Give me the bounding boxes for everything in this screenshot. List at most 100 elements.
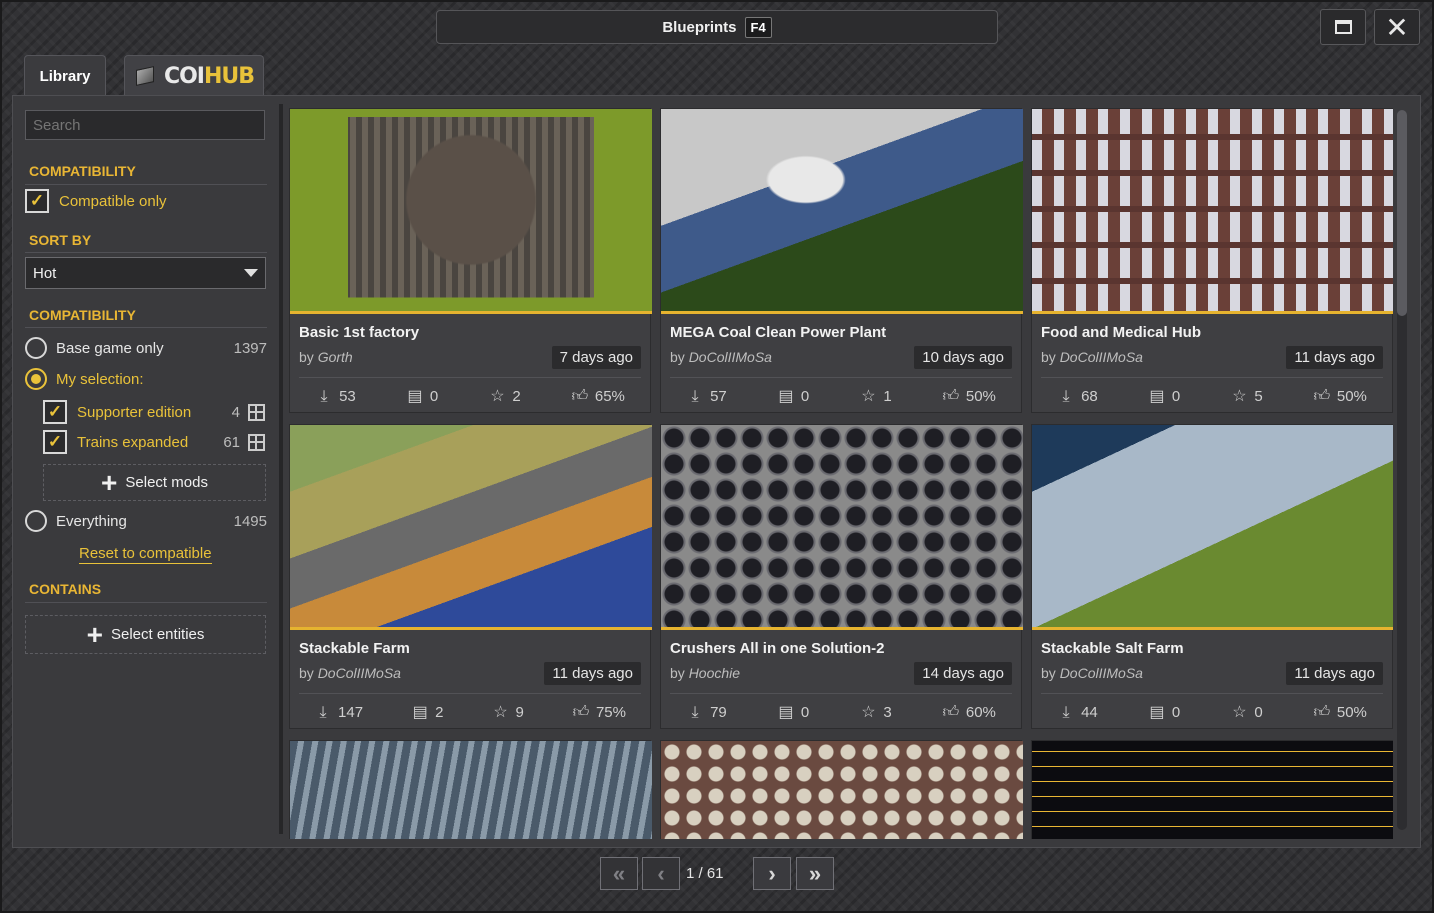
card-author: by Gorth	[299, 349, 353, 365]
scrollbar-thumb[interactable]	[1397, 110, 1407, 316]
card-author: by DoColIIMoSa	[1041, 349, 1143, 365]
download-icon: ⤓	[1062, 387, 1070, 405]
thumbs-up-icon: 👍︎	[572, 703, 590, 721]
first-page-button[interactable]: «	[600, 857, 638, 890]
blueprint-thumbnail[interactable]	[290, 741, 652, 839]
blueprint-thumbnail[interactable]	[1032, 109, 1393, 314]
reset-to-compatible-link[interactable]: Reset to compatible	[79, 545, 212, 564]
select-mods-label: Select mods	[125, 474, 208, 491]
mod-label: Trains expanded	[77, 433, 189, 451]
stars-stat: ☆ 2	[490, 387, 521, 405]
comments-stat: ▤ 2	[412, 703, 444, 721]
last-page-button[interactable]: »	[796, 857, 834, 890]
compatible-only-checkbox[interactable]: ✓ Compatible only	[25, 189, 167, 213]
search-input[interactable]	[25, 110, 265, 140]
card-title: Food and Medical Hub	[1041, 324, 1201, 341]
mod-supporter-edition[interactable]: ✓ Supporter edition 4	[43, 400, 265, 424]
blueprint-thumbnail[interactable]	[1032, 425, 1393, 630]
star-icon: ☆	[861, 387, 876, 405]
radio-everything[interactable]: Everything 1495	[25, 510, 267, 532]
mod-grid-icon	[248, 403, 265, 421]
card-stats: ⤓ 147 ▤ 2 ☆ 9 👍︎ 75%	[290, 704, 650, 721]
section-title-contains: CONTAINS	[29, 581, 102, 597]
window-title-bar: Blueprints F4	[436, 10, 998, 44]
mod-count: 4	[231, 403, 240, 421]
blueprint-thumbnail[interactable]	[290, 425, 652, 630]
radio-circle-icon	[25, 510, 47, 532]
card-age-badge: 11 days ago	[544, 662, 641, 685]
card-age-badge: 10 days ago	[914, 346, 1012, 369]
likes-stat: 👍︎ 60%	[942, 703, 996, 721]
tab-coi-hub[interactable]: COIHUB	[124, 55, 264, 96]
blueprint-card[interactable]: Basic 1st factory by Gorth 7 days ago ⤓ 5…	[289, 108, 652, 413]
section-title-compatibility: COMPATIBILITY	[29, 163, 136, 179]
downloads-stat: ⤓ 57	[686, 388, 727, 405]
blueprint-card[interactable]	[289, 740, 652, 839]
blueprint-card[interactable]: Food and Medical Hub by DoColIIMoSa 11 d…	[1031, 108, 1393, 413]
my-selection-label: My selection:	[56, 370, 144, 388]
comment-icon: ▤	[412, 703, 428, 721]
tab-library[interactable]: Library	[24, 55, 106, 96]
divider	[25, 184, 267, 185]
divider	[1041, 377, 1383, 378]
select-entities-button[interactable]: + Select entities	[25, 615, 266, 654]
blueprint-card[interactable]	[660, 740, 1023, 839]
comments-stat: ▤ 0	[1149, 703, 1181, 721]
close-icon: ✕	[1385, 11, 1409, 43]
blueprint-card[interactable]: Stackable Salt Farm by DoColIIMoSa 11 da…	[1031, 424, 1393, 729]
likes-stat: 👍︎ 50%	[1313, 703, 1367, 721]
download-icon: ⤓	[691, 703, 699, 721]
blueprint-thumbnail[interactable]	[290, 109, 652, 314]
hotkey-badge: F4	[744, 16, 772, 38]
stars-stat: ☆ 9	[493, 703, 524, 721]
divider	[299, 377, 641, 378]
grid-scrollbar[interactable]	[1397, 110, 1407, 830]
divider	[299, 693, 641, 694]
comments-stat: ▤ 0	[778, 387, 810, 405]
download-icon: ⤓	[320, 387, 328, 405]
coi-hub-logo: COIHUB	[163, 63, 255, 89]
star-icon: ☆	[861, 703, 876, 721]
card-stats: ⤓ 79 ▤ 0 ☆ 3 👍︎ 60%	[661, 704, 1021, 721]
card-stats: ⤓ 57 ▤ 0 ☆ 1 👍︎ 50%	[661, 388, 1021, 405]
prev-page-button[interactable]: ‹	[642, 857, 680, 890]
blueprint-card[interactable]: Stackable Farm by DoColIIMoSa 11 days ag…	[289, 424, 652, 729]
plus-icon: +	[86, 618, 103, 650]
compatible-only-label: Compatible only	[59, 192, 167, 210]
stars-stat: ☆ 5	[1232, 387, 1263, 405]
sort-dropdown[interactable]: Hot	[25, 257, 266, 289]
base-game-count: 1397	[233, 339, 267, 357]
likes-stat: 👍︎ 50%	[1313, 387, 1367, 405]
card-title: Stackable Farm	[299, 640, 410, 657]
comment-icon: ▤	[1149, 387, 1165, 405]
card-title: Basic 1st factory	[299, 324, 420, 341]
blueprint-thumbnail[interactable]	[661, 109, 1023, 314]
everything-label: Everything	[56, 512, 127, 530]
card-title: Stackable Salt Farm	[1041, 640, 1184, 657]
page-indicator: 1 / 61	[686, 865, 724, 882]
blueprint-card[interactable]	[1031, 740, 1393, 839]
likes-stat: 👍︎ 50%	[942, 387, 996, 405]
radio-base-game[interactable]: Base game only 1397	[25, 337, 267, 359]
blueprint-thumbnail[interactable]	[661, 425, 1023, 630]
blueprint-card[interactable]: Crushers All in one Solution-2 by Hoochi…	[660, 424, 1023, 729]
divider	[670, 377, 1012, 378]
blueprint-card[interactable]: MEGA Coal Clean Power Plant by DoColIIMo…	[660, 108, 1023, 413]
checkmark-icon: ✓	[43, 400, 67, 424]
divider	[25, 252, 267, 253]
select-mods-button[interactable]: + Select mods	[43, 464, 266, 501]
mod-label: Supporter edition	[77, 403, 192, 421]
cube-logo-icon	[134, 66, 156, 86]
close-button[interactable]: ✕	[1374, 9, 1420, 45]
radio-my-selection[interactable]: My selection:	[25, 368, 267, 390]
mod-trains-expanded[interactable]: ✓ Trains expanded 61	[43, 430, 265, 454]
sort-value: Hot	[33, 264, 57, 282]
card-stats: ⤓ 44 ▤ 0 ☆ 0 👍︎ 50%	[1032, 704, 1392, 721]
maximize-button[interactable]	[1320, 9, 1366, 45]
blueprint-thumbnail[interactable]	[1032, 741, 1393, 839]
blueprint-thumbnail[interactable]	[661, 741, 1023, 839]
card-age-badge: 7 days ago	[551, 346, 641, 369]
downloads-stat: ⤓ 79	[686, 704, 727, 721]
next-page-button[interactable]: ›	[753, 857, 791, 890]
radio-selected-icon	[25, 368, 47, 390]
